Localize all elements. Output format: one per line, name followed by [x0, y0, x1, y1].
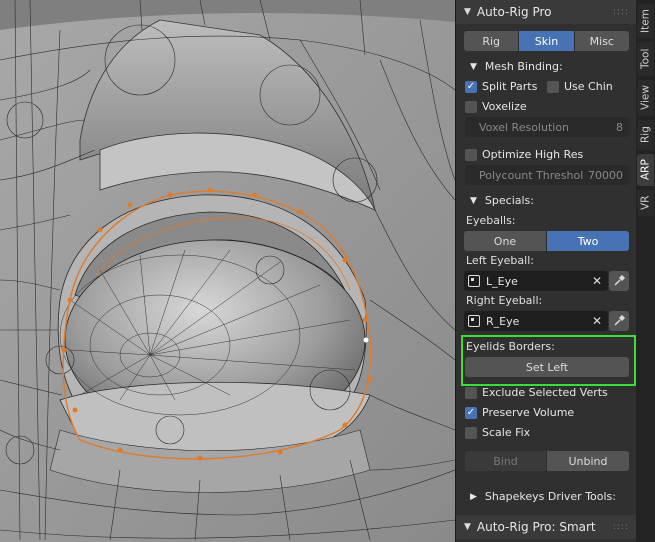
eyedropper-icon[interactable] — [609, 311, 629, 331]
eyelids-borders-label: Eyelids Borders: — [466, 340, 555, 353]
polycount-threshold-label: Polycount Threshol — [479, 168, 584, 182]
smart-panel-header[interactable]: ▼ Auto-Rig Pro: Smart :::: — [456, 515, 637, 539]
mesh-binding-label: Mesh Binding: — [484, 60, 563, 73]
eyedropper-icon[interactable] — [609, 271, 629, 291]
set-left-button[interactable]: Set Left — [465, 357, 629, 377]
clear-icon[interactable]: ✕ — [592, 274, 602, 288]
drag-handle-icon[interactable]: :::: — [613, 7, 629, 17]
voxel-resolution-field[interactable]: Voxel Resolution 8 — [465, 117, 629, 137]
preserve-volume-checkbox[interactable]: ✓ Preserve Volume — [465, 406, 574, 419]
unbind-button[interactable]: Unbind — [547, 451, 629, 471]
3d-viewport[interactable] — [0, 0, 455, 542]
optimize-high-res-label: Optimize High Res — [482, 148, 584, 161]
side-tab-vr[interactable]: VR — [637, 190, 654, 216]
split-parts-checkbox[interactable]: ✓ Split Parts — [465, 80, 537, 93]
checkmark-icon: ✓ — [465, 80, 477, 93]
mesh-binding-subpanel[interactable]: ▼ Mesh Binding: — [470, 60, 563, 73]
eyeballs-one-option[interactable]: One — [464, 231, 547, 251]
tab-misc[interactable]: Misc — [574, 31, 629, 51]
shapekeys-driver-tools-label: Shapekeys Driver Tools: — [484, 490, 616, 503]
use-chin-label: Use Chin — [564, 80, 613, 93]
split-parts-label: Split Parts — [482, 80, 538, 93]
expand-arrow-icon: ▶ — [470, 491, 477, 502]
voxel-resolution-label: Voxel Resolution — [479, 120, 570, 134]
use-chin-checkbox[interactable]: Use Chin — [547, 80, 613, 93]
checkbox-box — [547, 80, 559, 93]
sidebar-tabs: Item Tool View Rig ARP VR — [636, 0, 655, 542]
side-tab-item[interactable]: Item — [637, 4, 654, 38]
right-eyeball-field[interactable]: R_Eye ✕ — [464, 311, 608, 331]
scale-fix-label: Scale Fix — [482, 426, 531, 439]
drag-handle-icon[interactable]: :::: — [613, 522, 629, 532]
panel-header[interactable]: ▼ Auto-Rig Pro :::: — [456, 0, 637, 24]
collapse-arrow-icon: ▼ — [470, 61, 477, 72]
clear-icon[interactable]: ✕ — [592, 314, 602, 328]
eyeballs-two-option[interactable]: Two — [547, 231, 629, 251]
right-eyeball-value: R_Eye — [486, 314, 520, 328]
eye-mesh-render — [0, 0, 455, 542]
sidebar-panel: ▼ Auto-Rig Pro :::: Rig Skin Misc ▼ Mesh… — [455, 0, 637, 542]
checkmark-icon: ✓ — [465, 406, 477, 419]
object-icon — [468, 275, 480, 287]
eyeballs-label: Eyeballs: — [466, 214, 516, 227]
polycount-threshold-field[interactable]: Polycount Threshol 70000 — [465, 165, 629, 185]
smart-panel-title: Auto-Rig Pro: Smart — [476, 520, 596, 534]
shapekeys-driver-tools-subpanel[interactable]: ▶ Shapekeys Driver Tools: — [470, 490, 616, 503]
voxelize-checkbox[interactable]: Voxelize — [465, 100, 527, 113]
side-tab-view[interactable]: View — [637, 80, 654, 116]
side-tab-rig[interactable]: Rig — [637, 120, 654, 150]
voxel-resolution-value: 8 — [616, 120, 623, 134]
tab-rig[interactable]: Rig — [464, 31, 520, 51]
collapse-arrow-icon: ▼ — [464, 7, 471, 17]
left-eyeball-value: L_Eye — [486, 274, 518, 288]
collapse-arrow-icon: ▼ — [470, 195, 477, 206]
exclude-selected-verts-label: Exclude Selected Verts — [482, 386, 608, 399]
left-eyeball-field[interactable]: L_Eye ✕ — [464, 271, 608, 291]
right-eyeball-label: Right Eyeball: — [466, 294, 543, 307]
specials-subpanel[interactable]: ▼ Specials: — [470, 194, 534, 207]
preserve-volume-label: Preserve Volume — [482, 406, 575, 419]
checkbox-box — [465, 100, 477, 113]
side-tab-arp[interactable]: ARP — [637, 154, 654, 186]
bind-button[interactable]: Bind — [465, 451, 546, 471]
side-tab-tool[interactable]: Tool — [637, 42, 654, 76]
checkbox-box — [465, 426, 477, 439]
polycount-threshold-value: 70000 — [588, 168, 623, 182]
object-icon — [468, 315, 480, 327]
exclude-selected-verts-checkbox[interactable]: Exclude Selected Verts — [465, 386, 608, 399]
checkbox-box — [465, 148, 477, 161]
specials-label: Specials: — [484, 194, 534, 207]
tab-skin[interactable]: Skin — [519, 31, 575, 51]
mode-tabs: Rig Skin Misc — [464, 31, 629, 51]
panel-title: Auto-Rig Pro — [476, 5, 552, 19]
collapse-arrow-icon: ▼ — [464, 522, 471, 532]
left-eyeball-label: Left Eyeball: — [466, 254, 534, 267]
optimize-high-res-checkbox[interactable]: Optimize High Res — [465, 148, 583, 161]
eyeballs-toggle: One Two — [464, 231, 629, 251]
voxelize-label: Voxelize — [482, 100, 527, 113]
scale-fix-checkbox[interactable]: Scale Fix — [465, 426, 530, 439]
checkbox-box — [465, 386, 477, 399]
